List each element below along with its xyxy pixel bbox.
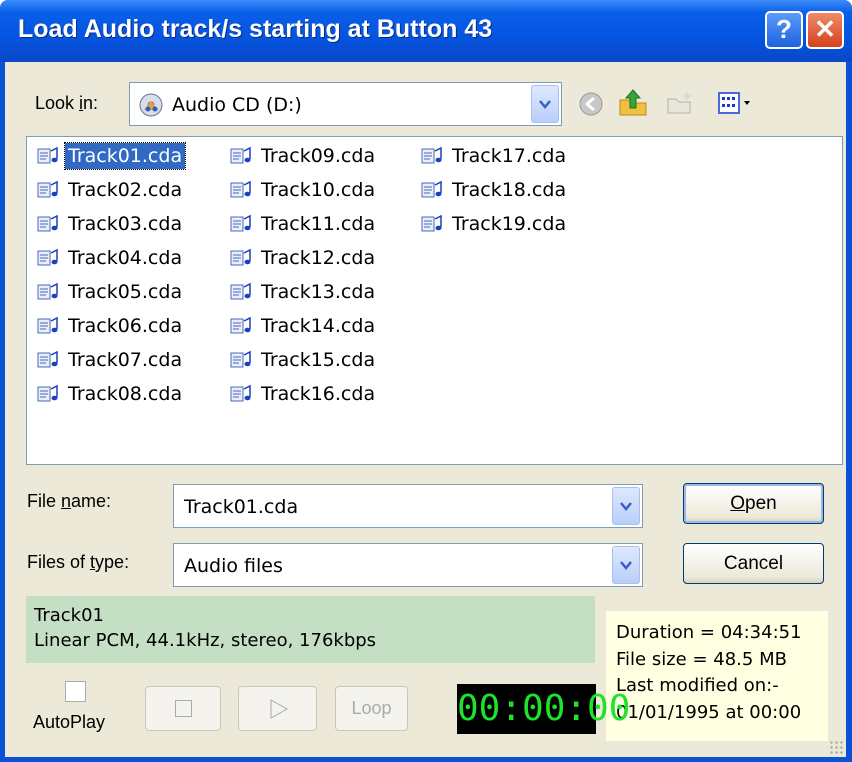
file-name-value: Track01.cda bbox=[184, 496, 299, 518]
cd-drive-icon bbox=[138, 92, 164, 118]
play-button[interactable] bbox=[238, 686, 317, 731]
title-bar[interactable]: Load Audio track/s starting at Button 43… bbox=[0, 0, 852, 62]
autoplay-checkbox[interactable] bbox=[65, 681, 86, 702]
dialog-body: Look in: Audio CD (D:) Track01.cda Track… bbox=[5, 62, 846, 757]
play-icon bbox=[270, 699, 289, 719]
file-type-label: Files of type: bbox=[27, 552, 130, 572]
look-in-combo[interactable]: Audio CD (D:) bbox=[129, 82, 562, 126]
look-in-label: Look in: bbox=[35, 93, 99, 113]
loop-button[interactable]: Loop bbox=[335, 686, 408, 731]
audio-file-icon bbox=[230, 282, 252, 302]
audio-file-icon bbox=[37, 180, 59, 200]
new-folder-icon[interactable] bbox=[665, 88, 695, 118]
stop-button[interactable] bbox=[145, 686, 221, 731]
file-item-label: Track05.cda bbox=[68, 281, 183, 303]
up-folder-icon[interactable] bbox=[617, 86, 649, 118]
audio-file-icon bbox=[230, 214, 252, 234]
audio-file-icon bbox=[230, 384, 252, 404]
file-item-label: Track09.cda bbox=[261, 145, 376, 167]
open-button[interactable]: Open bbox=[683, 483, 824, 524]
time-display: 00:00:00 bbox=[457, 684, 630, 734]
file-type-value: Audio files bbox=[184, 555, 283, 577]
audio-file-icon bbox=[230, 146, 252, 166]
audio-file-icon bbox=[421, 180, 443, 200]
file-item-label: Track13.cda bbox=[261, 281, 376, 303]
audio-file-icon bbox=[230, 350, 252, 370]
audio-file-icon bbox=[230, 180, 252, 200]
file-item-label: Track01.cda bbox=[63, 142, 187, 170]
file-item-label: Track10.cda bbox=[261, 179, 376, 201]
file-name-dropdown-icon[interactable] bbox=[612, 487, 640, 525]
file-item-label: Track08.cda bbox=[68, 383, 183, 405]
help-button[interactable]: ? bbox=[765, 11, 803, 49]
file-item-label: Track14.cda bbox=[261, 315, 376, 337]
file-item-label: Track18.cda bbox=[452, 179, 567, 201]
file-item-label: Track11.cda bbox=[261, 213, 376, 235]
audio-file-icon bbox=[37, 350, 59, 370]
audio-file-icon bbox=[37, 214, 59, 234]
file-item-label: Track07.cda bbox=[68, 349, 183, 371]
duration-text: Duration = 04:34:51 bbox=[616, 622, 802, 643]
window-title: Load Audio track/s starting at Button 43 bbox=[18, 15, 493, 43]
file-type-select[interactable]: Audio files bbox=[173, 543, 643, 587]
last-modified-text: 01/01/1995 at 00:00 bbox=[616, 702, 802, 723]
resize-grip-icon[interactable] bbox=[829, 740, 843, 754]
autoplay-label: AutoPlay bbox=[33, 712, 106, 732]
track-format: Linear PCM, 44.1kHz, stereo, 176kbps bbox=[34, 630, 377, 651]
file-item-label: Track12.cda bbox=[261, 247, 376, 269]
file-item-label: Track06.cda bbox=[68, 315, 183, 337]
audio-file-icon bbox=[421, 146, 443, 166]
look-in-value: Audio CD (D:) bbox=[172, 94, 302, 116]
back-arrow-icon[interactable] bbox=[577, 90, 605, 118]
file-type-dropdown-icon[interactable] bbox=[612, 546, 640, 584]
file-list[interactable]: Track01.cda Track02.cda Track03.cda Track04… bbox=[26, 136, 843, 465]
audio-file-icon bbox=[37, 248, 59, 268]
file-item-label: Track02.cda bbox=[68, 179, 183, 201]
file-item-label: Track04.cda bbox=[68, 247, 183, 269]
close-button[interactable]: ✕ bbox=[806, 11, 844, 49]
audio-file-icon bbox=[37, 282, 59, 302]
file-item-label: Track19.cda bbox=[452, 213, 567, 235]
dialog-window: Load Audio track/s starting at Button 43… bbox=[0, 0, 852, 762]
file-item-label: Track15.cda bbox=[261, 349, 376, 371]
audio-file-icon bbox=[37, 146, 59, 166]
file-details-box: Duration = 04:34:51 File size = 48.5 MB … bbox=[606, 611, 828, 741]
views-menu-icon[interactable] bbox=[717, 90, 757, 116]
cancel-button[interactable]: Cancel bbox=[683, 543, 824, 584]
audio-file-icon bbox=[421, 214, 443, 234]
track-info-bar: Track01 Linear PCM, 44.1kHz, stereo, 176… bbox=[26, 596, 595, 663]
file-name-label: File name: bbox=[27, 491, 112, 511]
file-item-label: Track17.cda bbox=[452, 145, 567, 167]
stop-icon bbox=[175, 700, 192, 717]
look-in-dropdown-icon[interactable] bbox=[531, 85, 559, 123]
file-size-text: File size = 48.5 MB bbox=[616, 649, 787, 670]
file-item-label: Track16.cda bbox=[261, 383, 376, 405]
audio-file-icon bbox=[230, 248, 252, 268]
last-modified-label: Last modified on:- bbox=[616, 675, 779, 696]
file-item-label: Track03.cda bbox=[68, 213, 183, 235]
audio-file-icon bbox=[230, 316, 252, 336]
audio-file-icon bbox=[37, 384, 59, 404]
track-name: Track01 bbox=[34, 605, 105, 626]
file-name-field[interactable]: Track01.cda bbox=[173, 484, 643, 528]
audio-file-icon bbox=[37, 316, 59, 336]
